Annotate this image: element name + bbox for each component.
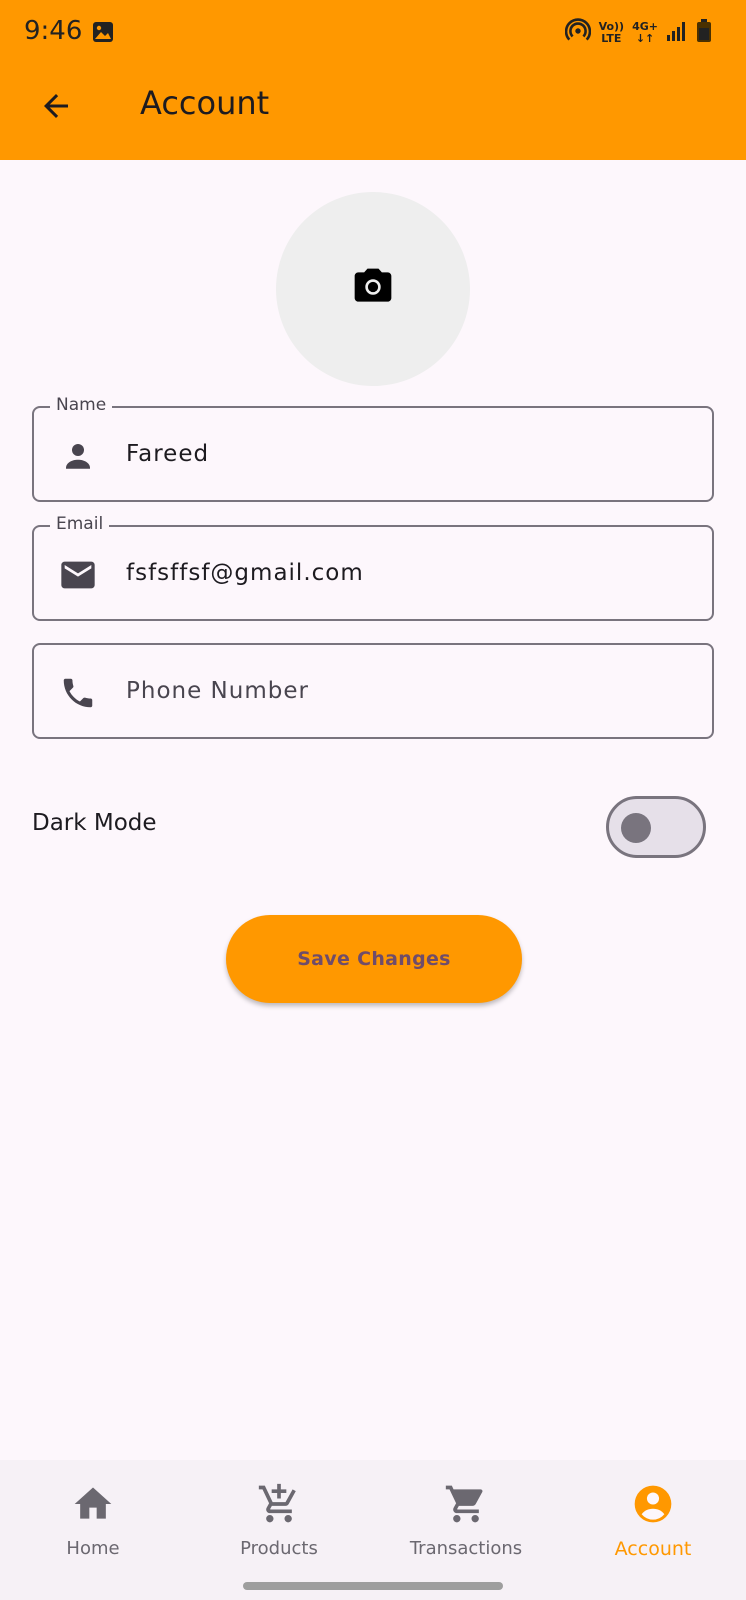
account-circle-icon xyxy=(629,1480,677,1528)
image-notification-icon xyxy=(91,20,115,48)
status-time: 9:46 xyxy=(24,16,83,46)
email-field-label: Email xyxy=(50,514,110,534)
battery-icon xyxy=(696,19,712,47)
nav-label-products: Products xyxy=(240,1538,318,1559)
save-changes-button[interactable]: Save Changes xyxy=(226,915,522,1003)
volte-bottom: LTE xyxy=(601,32,622,45)
cart-add-icon xyxy=(255,1480,303,1528)
home-indicator[interactable] xyxy=(243,1582,503,1590)
dark-mode-switch[interactable] xyxy=(606,796,706,858)
cart-icon xyxy=(442,1480,490,1528)
nav-label-transactions: Transactions xyxy=(409,1538,523,1559)
name-field[interactable]: Name Fareed xyxy=(32,395,714,502)
email-field[interactable]: Email fsfsffsf@gmail.com xyxy=(32,514,714,621)
arrow-back-icon xyxy=(38,88,74,128)
bottom-navigation: Home Products Transactions Account xyxy=(0,1460,746,1600)
signal-icon xyxy=(666,20,688,46)
phone-icon xyxy=(58,673,98,713)
person-icon xyxy=(58,436,98,476)
avatar-picker[interactable] xyxy=(276,192,470,386)
nav-item-products[interactable]: Products xyxy=(186,1480,372,1580)
data-arrows-icon: ↓↑ xyxy=(635,32,655,45)
nav-item-transactions[interactable]: Transactions xyxy=(373,1480,559,1580)
status-icons: Vo)) LTE 4G+ ↓↑ xyxy=(564,18,712,48)
dark-mode-label: Dark Mode xyxy=(32,810,157,836)
network-type: 4G+ ↓↑ xyxy=(632,21,658,45)
hotspot-icon xyxy=(564,18,591,48)
app-bar: 9:46 Vo)) LTE 4G+ ↓↑ Account xyxy=(0,0,746,160)
mail-icon xyxy=(58,555,98,595)
switch-knob xyxy=(621,813,651,843)
nav-label-home: Home xyxy=(66,1538,120,1559)
name-input[interactable]: Fareed xyxy=(126,408,209,500)
nav-item-account[interactable]: Account xyxy=(560,1480,746,1580)
phone-field[interactable]: Phone Number xyxy=(32,643,714,739)
back-button[interactable] xyxy=(30,82,82,134)
email-input[interactable]: fsfsffsf@gmail.com xyxy=(126,527,364,619)
volte-indicator: Vo)) LTE xyxy=(599,21,625,45)
home-icon xyxy=(69,1480,117,1528)
nav-label-account: Account xyxy=(614,1538,692,1560)
name-field-label: Name xyxy=(50,395,113,415)
camera-icon xyxy=(351,265,395,313)
nav-item-home[interactable]: Home xyxy=(0,1480,186,1580)
page-title: Account xyxy=(140,84,270,122)
phone-input[interactable]: Phone Number xyxy=(126,645,309,737)
